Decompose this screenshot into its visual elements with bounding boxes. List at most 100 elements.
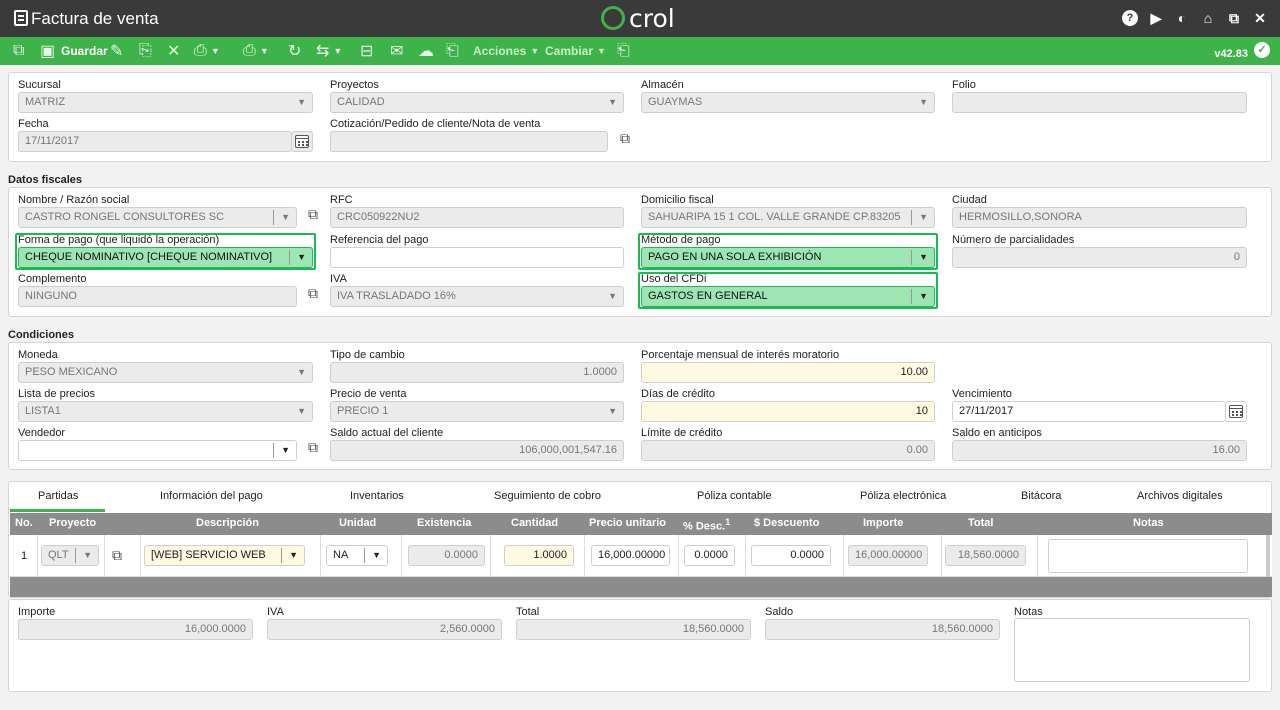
moneda-select[interactable]: PESO MEXICANO ▼ [18, 362, 313, 383]
calendar-icon [295, 135, 309, 148]
row-importe-field[interactable]: 16,000.00000 [848, 545, 928, 566]
tab-poliza-contable[interactable]: Póliza contable [697, 490, 772, 502]
tab-partidas[interactable]: Partidas [38, 490, 78, 502]
window-icon[interactable]: ⧉ [1226, 10, 1242, 26]
saldo-anticipos-label: Saldo en anticipos [952, 427, 1042, 439]
saldo-cliente-field[interactable]: 106,000,001,547.16 [330, 440, 624, 461]
vendedor-search-icon[interactable]: ⧉ [303, 438, 323, 456]
fecha-calendar-button[interactable] [291, 131, 313, 152]
forma-pago-select[interactable]: CHEQUE NOMINATIVO [CHEQUE NOMINATIVO] ▼ [18, 247, 313, 268]
rfc-field[interactable]: CRC050922NU2 [330, 207, 624, 228]
product-search-icon[interactable]: ⧉ [107, 546, 127, 564]
complemento-search-icon[interactable]: ⧉ [303, 284, 323, 302]
crol-logo-text: crol [629, 4, 675, 33]
report-icon[interactable]: ⎗ [617, 41, 630, 61]
row-desc-pct-field[interactable]: 0.0000 [684, 545, 735, 566]
ciudad-field[interactable]: HERMOSILLO,SONORA [952, 207, 1247, 228]
row-existencia-field[interactable]: 0.0000 [408, 545, 485, 566]
fecha-field[interactable]: 17/11/2017 [18, 131, 292, 152]
grid-scrollbar[interactable] [1266, 535, 1270, 577]
vencimiento-calendar-button[interactable] [1225, 401, 1247, 422]
precio-venta-select[interactable]: PRECIO 1 ▼ [330, 401, 624, 422]
new-document-icon[interactable]: ⧉ [13, 41, 24, 61]
close-icon[interactable]: ✕ [1252, 10, 1268, 26]
row-unidad-select[interactable]: NA ▼ [326, 545, 388, 566]
upload-icon[interactable]: ☁ [418, 41, 434, 61]
video-icon[interactable]: ▶ [1148, 10, 1164, 26]
complemento-field[interactable]: NINGUNO [18, 286, 297, 307]
rfc-label: RFC [330, 194, 353, 206]
vendedor-select[interactable]: ▼ [18, 440, 297, 461]
tipo-cambio-field[interactable]: 1.0000 [330, 362, 624, 383]
search-document-icon[interactable]: ⧉ [615, 129, 635, 147]
row-descripcion-select[interactable]: [WEB] SERVICIO WEB ▼ [144, 545, 305, 566]
saldo-label: Saldo [765, 606, 794, 618]
metodo-pago-label: Método de pago [641, 234, 721, 246]
row-descuento-field[interactable]: 0.0000 [751, 545, 831, 566]
dias-credito-label: Días de crédito [641, 388, 715, 400]
tab-bar: Partidas Información del pago Inventario… [10, 484, 1272, 512]
lista-precios-select[interactable]: LISTA1 ▼ [18, 401, 313, 422]
row-precio-field[interactable]: 16,000.00000 [591, 545, 670, 566]
dias-credito-field[interactable]: 10 [641, 401, 935, 422]
referencia-field[interactable] [330, 247, 624, 268]
interes-field[interactable]: 10.00 [641, 362, 935, 383]
tab-informacion-pago[interactable]: Información del pago [160, 490, 263, 502]
limite-credito-field[interactable]: 0.00 [641, 440, 935, 461]
attachment-icon[interactable]: ⎗ [446, 41, 459, 61]
parcialidades-field[interactable]: 0 [952, 247, 1247, 268]
col-descripcion: Descripción [196, 517, 259, 529]
notas-textarea[interactable] [1014, 618, 1250, 682]
edit-icon[interactable]: ✎ [110, 41, 123, 61]
table-row[interactable]: 1 QLT ▼ ⧉ [WEB] SERVICIO WEB ▼ NA ▼ 0.0000 … [10, 535, 1272, 577]
save-button[interactable]: Guardar [61, 41, 108, 61]
grid-footer [10, 577, 1272, 597]
relate-icon[interactable]: ⇆ ▼ [316, 41, 342, 61]
calendar-icon [1229, 405, 1243, 418]
col-no: No. [15, 517, 33, 529]
almacen-select[interactable]: GUAYMAS ▼ [641, 92, 935, 113]
lista-precios-label: Lista de precios [18, 388, 96, 400]
domicilio-label: Domicilio fiscal [641, 194, 714, 206]
cotizacion-field[interactable] [330, 131, 608, 152]
help-icon[interactable]: ? [1122, 10, 1138, 26]
home-icon[interactable]: ⌂ [1200, 10, 1216, 26]
row-proyecto-select[interactable]: QLT ▼ [41, 545, 99, 566]
save-icon[interactable]: ▣ [40, 41, 55, 61]
total-label: Total [516, 606, 540, 618]
email-icon[interactable]: ✉ [390, 41, 403, 61]
row-cantidad-field[interactable]: 1.0000 [504, 545, 574, 566]
cancel-icon[interactable]: ✕ [167, 41, 180, 61]
stamp-icon[interactable]: ⊟ [360, 41, 373, 61]
refresh-icon[interactable]: ↻ [288, 41, 301, 61]
uso-cfdi-select[interactable]: GASTOS EN GENERAL ▼ [641, 286, 935, 307]
tab-bitacora[interactable]: Bitácora [1021, 490, 1061, 502]
sucursal-label: Sucursal [18, 79, 61, 91]
domicilio-select[interactable]: SAHUARIPA 15 1 COL. VALLE GRANDE CP.8320… [641, 207, 935, 228]
print-icon[interactable]: ⎙ ▼ [194, 41, 220, 61]
tab-poliza-electronica[interactable]: Póliza electrónica [860, 490, 946, 502]
metodo-pago-select[interactable]: PAGO EN UNA SOLA EXHIBICIÓN ▼ [641, 247, 935, 268]
chat-icon[interactable]: ◐ [1174, 10, 1190, 26]
change-menu[interactable]: Cambiar ▼ [545, 41, 606, 61]
nombre-select[interactable]: CASTRO RONGEL CONSULTORES SC ▼ [18, 207, 297, 228]
tab-seguimiento-cobro[interactable]: Seguimiento de cobro [494, 490, 601, 502]
nombre-label: Nombre / Razón social [18, 194, 130, 206]
sucursal-select[interactable]: MATRIZ ▼ [18, 92, 313, 113]
actions-menu[interactable]: Acciones ▼ [473, 41, 539, 61]
folio-field[interactable] [952, 92, 1247, 113]
vencimiento-field[interactable]: 27/11/2017 [952, 401, 1226, 422]
grid-header: No. Proyecto Descripción Unidad Existenc… [10, 513, 1272, 535]
client-search-icon[interactable]: ⧉ [303, 205, 323, 223]
tab-archivos-digitales[interactable]: Archivos digitales [1137, 490, 1223, 502]
row-total-field[interactable]: 18,560.0000 [945, 545, 1026, 566]
duplicate-icon[interactable]: ⎘ [139, 41, 152, 61]
moneda-label: Moneda [18, 349, 58, 361]
proyectos-select[interactable]: CALIDAD ▼ [330, 92, 624, 113]
saldo-field: 18,560.0000 [765, 619, 1000, 640]
print-preview-icon[interactable]: ⎙ ▼ [243, 41, 269, 61]
iva-select[interactable]: IVA TRASLADADO 16% ▼ [330, 286, 624, 307]
tab-inventarios[interactable]: Inventarios [350, 490, 404, 502]
saldo-anticipos-field[interactable]: 16.00 [952, 440, 1247, 461]
row-notas-field[interactable] [1048, 539, 1248, 573]
